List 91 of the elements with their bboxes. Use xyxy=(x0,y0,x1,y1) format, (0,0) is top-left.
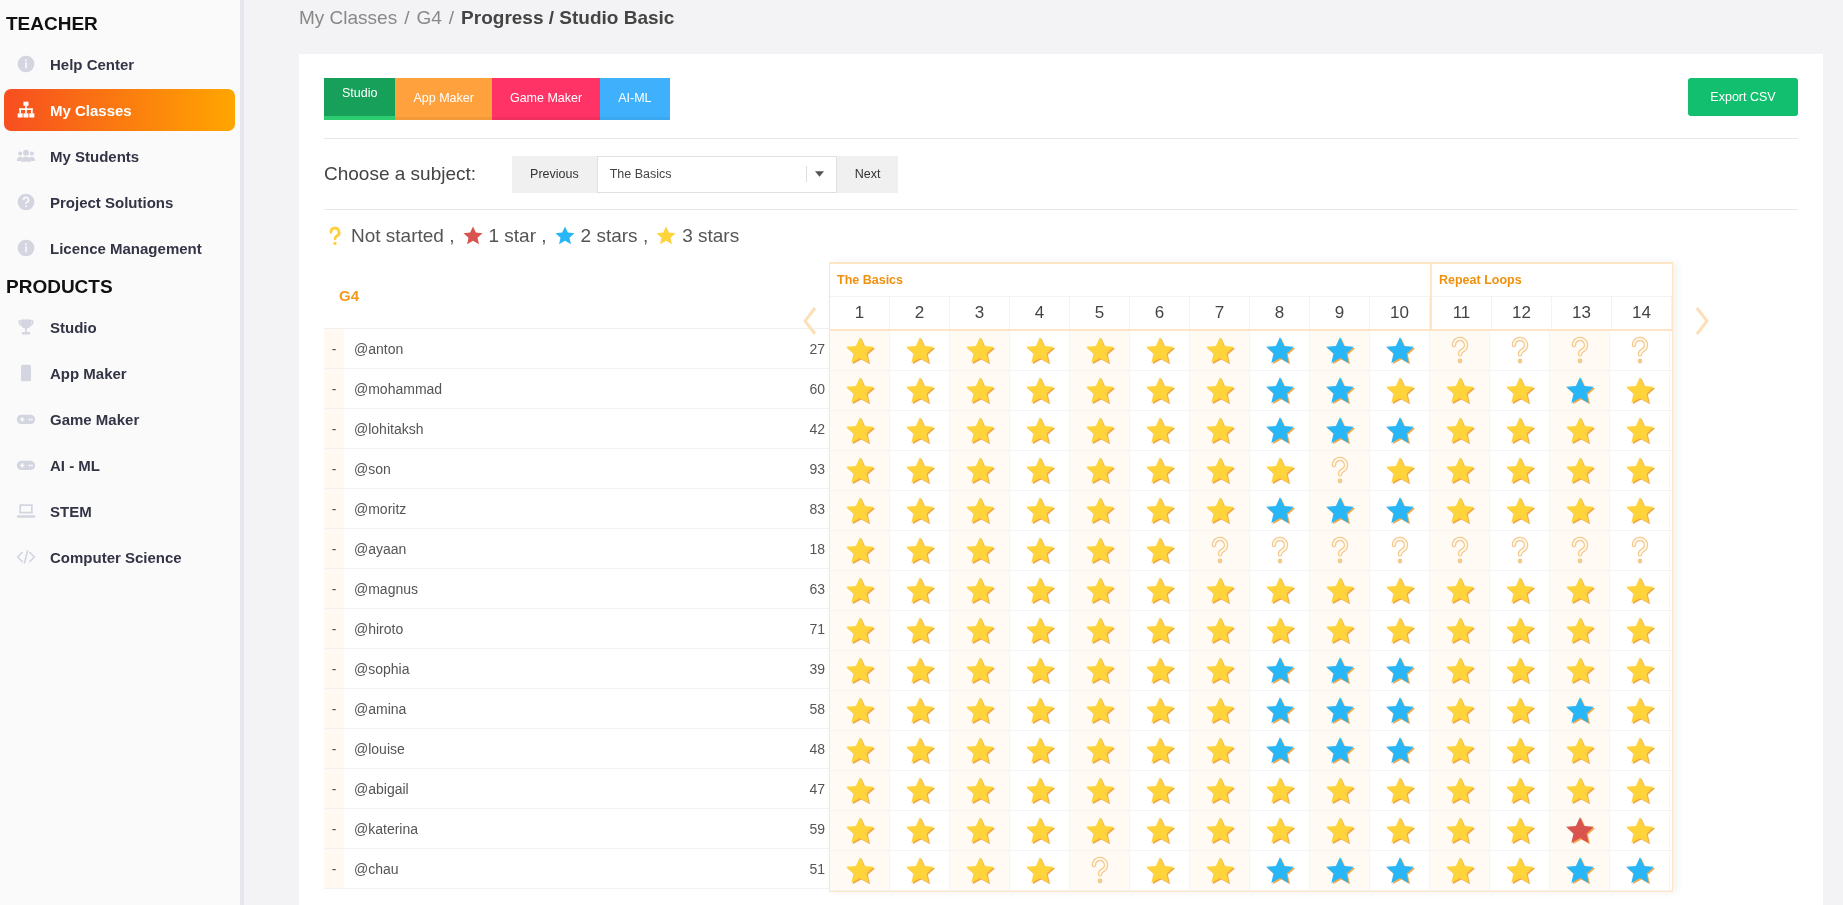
student-name: @ayaan xyxy=(353,540,408,557)
next-button[interactable]: Next xyxy=(836,155,899,193)
column-header: 11 xyxy=(1432,296,1492,329)
row-marker: - xyxy=(324,369,344,408)
trophy-icon xyxy=(16,317,36,337)
sidebar-item[interactable]: Game Maker xyxy=(4,398,235,440)
student-name: @louise xyxy=(353,740,406,757)
student-score: 59 xyxy=(809,820,826,837)
student-score: 63 xyxy=(809,580,826,597)
sidebar-item[interactable]: Help Center xyxy=(4,43,235,85)
column-header: 1 xyxy=(830,296,890,329)
row-marker: - xyxy=(324,769,344,808)
student-name: @anton xyxy=(353,340,405,357)
column-header: 8 xyxy=(1250,296,1310,329)
sidebar-heading: PRODUCTS xyxy=(5,275,114,299)
legend-label: 2 stars , xyxy=(580,225,649,247)
row-marker: - xyxy=(324,649,344,688)
student-name: @abigail xyxy=(353,780,410,797)
column-header: 14 xyxy=(1612,296,1672,329)
column-header: 7 xyxy=(1190,296,1250,329)
student-score: 83 xyxy=(809,500,826,517)
column-header: 9 xyxy=(1310,296,1370,329)
column-header: 5 xyxy=(1070,296,1130,329)
student-score: 42 xyxy=(809,420,826,437)
subject-select[interactable]: The Basics xyxy=(596,155,837,193)
row-marker: - xyxy=(324,529,344,568)
sidebar-item[interactable]: Project Solutions xyxy=(4,181,235,223)
sidebar-item[interactable]: Studio xyxy=(4,306,235,348)
subject-label: Choose a subject: xyxy=(324,163,477,185)
student-name: @lohitaksh xyxy=(353,420,425,437)
student-score: 47 xyxy=(809,780,826,797)
student-name: @katerina xyxy=(353,820,420,837)
sidebar-item[interactable]: App Maker xyxy=(4,352,235,394)
laptop-icon xyxy=(16,501,36,521)
student-name: @sophia xyxy=(353,660,411,677)
row-marker: - xyxy=(324,409,344,448)
legend-label: Not started , xyxy=(351,225,455,247)
info-icon xyxy=(16,54,36,74)
student-score: 39 xyxy=(809,660,826,677)
breadcrumb-current: Progress / Studio Basic xyxy=(461,7,675,29)
help-icon xyxy=(16,192,36,212)
product-tab[interactable]: Game Maker xyxy=(491,78,601,120)
row-marker: - xyxy=(324,329,344,368)
section-title: Repeat Loops xyxy=(1438,272,1523,289)
sidebar-item[interactable]: My Students xyxy=(4,135,235,177)
class-name: G4 xyxy=(339,286,359,304)
section-title: The Basics xyxy=(836,272,904,289)
legend-label: 3 stars xyxy=(682,225,740,247)
student-name: @chau xyxy=(353,860,400,877)
row-marker: - xyxy=(324,849,344,888)
column-header: 10 xyxy=(1370,296,1430,329)
row-marker: - xyxy=(324,729,344,768)
row-marker: - xyxy=(324,689,344,728)
column-header: 13 xyxy=(1552,296,1612,329)
sidebar-item[interactable]: AI - ML xyxy=(4,444,235,486)
student-score: 58 xyxy=(809,700,826,717)
row-marker: - xyxy=(324,449,344,488)
legend-label: 1 star , xyxy=(488,225,547,247)
sidebar-item[interactable]: Licence Management xyxy=(4,227,235,269)
student-name: @moritz xyxy=(353,500,408,517)
student-name: @amina xyxy=(353,700,408,717)
student-score: 51 xyxy=(809,860,826,877)
column-header: 12 xyxy=(1492,296,1552,329)
student-score: 48 xyxy=(809,740,826,757)
student-score: 71 xyxy=(809,620,826,637)
student-name: @magnus xyxy=(353,580,420,597)
previous-button[interactable]: Previous xyxy=(512,155,597,193)
row-marker: - xyxy=(324,609,344,648)
student-name: @hiroto xyxy=(353,620,405,637)
info-icon xyxy=(16,238,36,258)
student-score: 60 xyxy=(809,380,826,397)
sidebar-heading: TEACHER xyxy=(5,12,99,36)
student-score: 93 xyxy=(809,460,826,477)
student-name: @mohammad xyxy=(353,380,444,397)
sidebar-item[interactable]: Computer Science xyxy=(4,536,235,578)
sidebar-item[interactable]: STEM xyxy=(4,490,235,532)
student-name: @son xyxy=(353,460,392,477)
caret-icon xyxy=(814,171,824,177)
row-marker: - xyxy=(324,809,344,848)
column-header: 2 xyxy=(890,296,950,329)
breadcrumb-separator: / xyxy=(448,7,455,29)
row-marker: - xyxy=(324,569,344,608)
code-icon xyxy=(16,547,36,567)
column-header: 6 xyxy=(1130,296,1190,329)
student-score: 27 xyxy=(809,340,826,357)
sitemap-icon xyxy=(16,100,36,120)
student-score: 18 xyxy=(809,540,826,557)
row-marker: - xyxy=(324,489,344,528)
breadcrumb-separator: / xyxy=(404,7,410,29)
column-header: 3 xyxy=(950,296,1010,329)
column-header: 4 xyxy=(1010,296,1070,329)
